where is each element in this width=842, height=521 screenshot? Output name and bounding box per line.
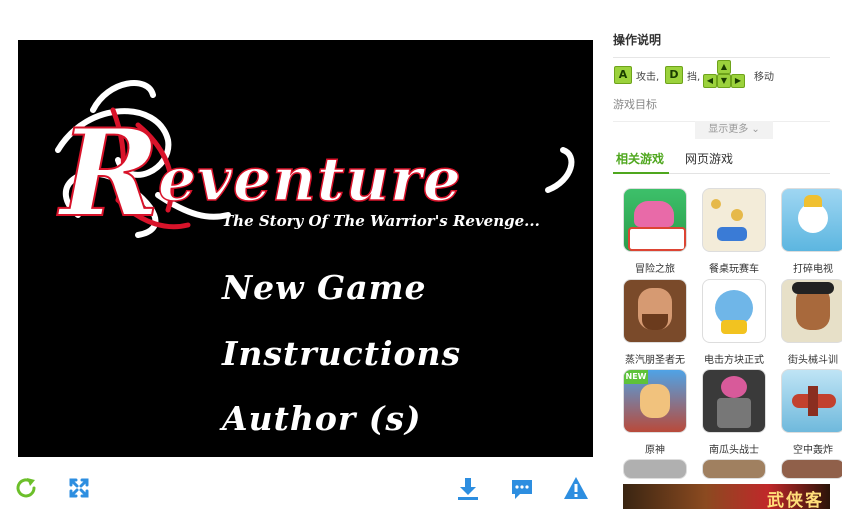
arrow-up-icon: ▲ xyxy=(717,60,731,74)
game-canvas[interactable]: R eventure The Story Of The Warrior's Re… xyxy=(18,40,593,457)
game-name: 原神 xyxy=(645,445,665,456)
attack-text: 攻击, xyxy=(636,72,660,83)
report-button[interactable] xyxy=(563,476,589,504)
game-name: 街头械斗训 xyxy=(788,355,838,366)
fullscreen-icon xyxy=(69,478,89,498)
tab-related-games[interactable]: 相关游戏 xyxy=(616,150,664,167)
banner-text: 武侠客 xyxy=(767,491,824,509)
arrow-left-icon: ◀ xyxy=(703,74,717,88)
menu-new-game[interactable]: New Game xyxy=(222,268,427,307)
game-thumbnail xyxy=(781,459,842,479)
game-thumbnail xyxy=(623,459,687,479)
game-card[interactable]: 空中轰炸 xyxy=(781,369,842,457)
game-name: 打碎电视 xyxy=(793,264,833,275)
key-a-badge: A xyxy=(614,66,632,84)
game-subtitle: The Story Of The Warrior's Revenge... xyxy=(222,212,540,230)
game-card[interactable]: 冒险之旅 xyxy=(623,188,703,276)
show-more-label: 显示更多 xyxy=(708,124,749,135)
game-card[interactable]: 电击方块正式 xyxy=(702,279,782,367)
chevron-down-icon: ⌄ xyxy=(751,124,760,135)
game-title: eventure xyxy=(158,145,462,215)
ad-banner[interactable]: 武侠客 xyxy=(623,484,830,509)
arrow-down-icon: ▼ xyxy=(717,74,731,88)
tab-web-games[interactable]: 网页游戏 xyxy=(685,150,733,167)
key-d-badge: D xyxy=(665,66,683,84)
menu-authors[interactable]: Author (s) xyxy=(222,399,422,438)
game-thumbnail xyxy=(702,188,766,252)
goal-heading: 游戏目标 xyxy=(613,98,657,111)
game-thumbnail xyxy=(781,279,842,343)
menu-instructions[interactable]: Instructions xyxy=(222,334,461,373)
download-icon xyxy=(458,478,478,500)
game-thumbnail xyxy=(623,279,687,343)
refresh-icon xyxy=(16,478,36,498)
title-letter-r: R xyxy=(57,103,160,244)
block-text: 挡, xyxy=(687,72,701,83)
comment-icon xyxy=(512,480,532,499)
game-thumbnail xyxy=(702,279,766,343)
game-thumbnail xyxy=(702,369,766,433)
arrow-right-icon: ▶ xyxy=(731,74,745,88)
game-name: 冒险之旅 xyxy=(635,264,675,275)
game-name: 蒸汽朋圣者无 xyxy=(625,355,685,366)
game-thumbnail xyxy=(781,369,842,433)
download-button[interactable] xyxy=(457,476,479,504)
active-tab-indicator xyxy=(613,172,669,174)
game-name: 空中轰炸 xyxy=(793,445,833,456)
game-card[interactable]: 打碎电视 xyxy=(781,188,842,276)
fullscreen-button[interactable] xyxy=(68,477,90,503)
game-card[interactable]: 蒸汽朋圣者无 xyxy=(623,279,703,367)
game-card[interactable]: 街头械斗训 xyxy=(781,279,842,367)
show-more-button[interactable]: 显示更多 ⌄ xyxy=(695,121,773,139)
game-logo: R eventure xyxy=(55,80,575,245)
comment-button[interactable] xyxy=(511,478,533,504)
refresh-button[interactable] xyxy=(14,476,38,504)
side-panel: 操作说明 A 攻击, D 挡, ▲ ◀ ▼ ▶ 移动 游戏目标 显示更多 ⌄ 相… xyxy=(613,0,842,521)
game-thumbnail xyxy=(781,188,842,252)
warning-icon xyxy=(564,477,588,499)
game-thumbnail xyxy=(702,459,766,479)
game-name: 餐桌玩赛车 xyxy=(709,264,759,275)
game-card[interactable]: 南瓜头战士 xyxy=(702,369,782,457)
game-name: 电击方块正式 xyxy=(704,355,764,366)
game-card[interactable]: 餐桌玩赛车 xyxy=(702,188,782,276)
move-text: 移动 xyxy=(754,72,774,83)
game-thumbnail: NEW xyxy=(623,369,687,433)
game-thumbnail xyxy=(623,188,687,252)
controls-heading: 操作说明 xyxy=(613,33,662,47)
game-name: 南瓜头战士 xyxy=(709,445,759,456)
game-card[interactable]: NEW 原神 xyxy=(623,369,703,457)
divider xyxy=(613,57,830,58)
